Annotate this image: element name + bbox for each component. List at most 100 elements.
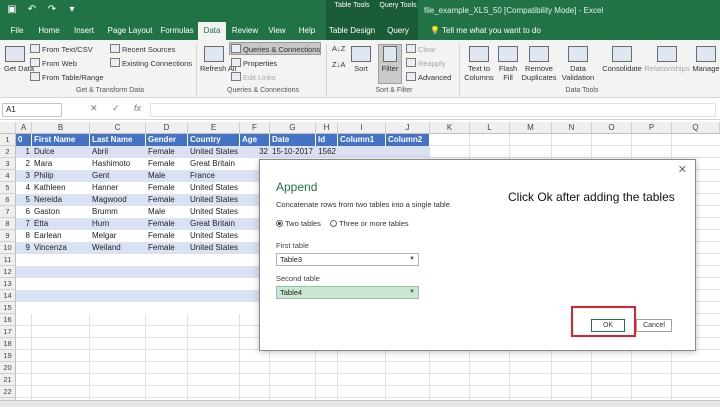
three-or-more-radio[interactable]: Three or more tables <box>330 219 409 228</box>
recent-sources-button[interactable]: Recent Sources <box>110 44 175 54</box>
column-header[interactable]: F <box>240 122 270 134</box>
column-header[interactable]: J <box>386 122 430 134</box>
table-cell[interactable]: Gaston <box>32 206 90 218</box>
table-cell[interactable] <box>188 254 240 266</box>
table-cell[interactable]: 1 <box>16 146 32 158</box>
insert-function-button[interactable]: fx <box>134 103 141 113</box>
two-tables-radio[interactable]: Two tables <box>276 219 321 228</box>
table-header-cell[interactable]: Last Name <box>90 134 146 146</box>
tab-insert[interactable]: Insert <box>68 22 100 40</box>
table-cell[interactable]: Nereida <box>32 194 90 206</box>
column-header[interactable]: E <box>188 122 240 134</box>
table-cell[interactable] <box>146 290 188 302</box>
row-header[interactable]: 4 <box>0 170 16 182</box>
consolidate-button[interactable]: Consolidate <box>600 46 644 73</box>
flash-fill-button[interactable]: Flash Fill <box>498 46 518 82</box>
table-cell[interactable]: Brumm <box>90 206 146 218</box>
table-cell[interactable]: 6 <box>16 206 32 218</box>
cancel-button[interactable]: Cancel <box>636 319 672 332</box>
cancel-icon[interactable]: ✕ <box>90 103 98 114</box>
table-cell[interactable]: Hanner <box>90 182 146 194</box>
table-cell[interactable] <box>32 266 90 278</box>
tab-review[interactable]: Review <box>228 22 262 40</box>
column-header[interactable]: O <box>592 122 632 134</box>
table-cell[interactable] <box>32 254 90 266</box>
queries-connections-button[interactable]: Queries & Connections <box>231 44 320 54</box>
table-cell[interactable]: Vincenza <box>32 242 90 254</box>
table-header-cell[interactable]: First Name <box>32 134 90 146</box>
relationships-button[interactable]: Relationships <box>644 46 690 73</box>
table-cell[interactable]: 5 <box>16 194 32 206</box>
table-cell[interactable]: Female <box>146 218 188 230</box>
table-cell[interactable]: 4 <box>16 182 32 194</box>
tell-me-search[interactable]: 💡 Tell me what you want to do <box>430 22 541 40</box>
table-cell[interactable] <box>16 290 32 302</box>
close-icon[interactable]: ✕ <box>678 163 687 176</box>
table-cell[interactable]: Male <box>146 170 188 182</box>
table-cell[interactable]: United States <box>188 182 240 194</box>
table-cell[interactable]: Mara <box>32 158 90 170</box>
redo-icon[interactable]: ↷ <box>46 4 58 15</box>
edit-links-button[interactable]: Edit Links <box>231 72 276 82</box>
enter-icon[interactable]: ✓ <box>112 103 120 114</box>
column-header[interactable]: K <box>430 122 470 134</box>
row-header[interactable]: 12 <box>0 266 16 278</box>
table-header-cell[interactable]: Column2 <box>386 134 430 146</box>
table-cell[interactable]: Great Britain <box>188 218 240 230</box>
table-header-cell[interactable]: 0 <box>16 134 32 146</box>
existing-connections-button[interactable]: Existing Connections <box>110 58 192 68</box>
table-cell[interactable]: Hurn <box>90 218 146 230</box>
table-cell[interactable] <box>32 278 90 290</box>
table-cell[interactable] <box>188 278 240 290</box>
table-cell[interactable]: France <box>188 170 240 182</box>
table-cell[interactable]: Weiland <box>90 242 146 254</box>
table-cell[interactable] <box>16 254 32 266</box>
table-cell[interactable]: Dulce <box>32 146 90 158</box>
remove-duplicates-button[interactable]: Remove Duplicates <box>520 46 558 82</box>
table-cell[interactable]: Earlean <box>32 230 90 242</box>
column-header[interactable]: L <box>470 122 510 134</box>
table-cell[interactable]: Female <box>146 182 188 194</box>
table-cell[interactable] <box>146 254 188 266</box>
second-table-select[interactable]: Table4 ▼ <box>276 286 419 299</box>
data-validation-button[interactable]: Data Validation <box>558 46 598 82</box>
column-header[interactable]: A <box>16 122 32 134</box>
table-cell[interactable] <box>16 278 32 290</box>
table-cell[interactable] <box>146 266 188 278</box>
table-cell[interactable]: United States <box>188 206 240 218</box>
column-header[interactable]: N <box>552 122 592 134</box>
table-cell[interactable]: Female <box>146 158 188 170</box>
column-header[interactable]: C <box>90 122 146 134</box>
table-cell[interactable] <box>90 266 146 278</box>
table-cell[interactable]: 3 <box>16 170 32 182</box>
table-cell[interactable] <box>338 146 386 158</box>
tab-table-design[interactable]: Table Design <box>326 22 378 40</box>
table-cell[interactable]: 2 <box>16 158 32 170</box>
row-header[interactable]: 8 <box>0 218 16 230</box>
column-header[interactable]: H <box>316 122 338 134</box>
advanced-button[interactable]: Advanced <box>406 72 451 82</box>
row-header[interactable]: 5 <box>0 182 16 194</box>
table-header-cell[interactable]: Country <box>188 134 240 146</box>
tab-home[interactable]: Home <box>34 22 64 40</box>
table-cell[interactable]: Female <box>146 230 188 242</box>
row-header[interactable]: 15 <box>0 302 16 314</box>
reapply-button[interactable]: Reapply <box>406 58 446 68</box>
table-cell[interactable] <box>188 266 240 278</box>
table-header-cell[interactable]: Date <box>270 134 316 146</box>
table-cell[interactable]: United States <box>188 230 240 242</box>
table-cell[interactable]: 15-10-2017 <box>270 146 316 158</box>
table-cell[interactable] <box>90 290 146 302</box>
properties-button[interactable]: Properties <box>231 58 277 68</box>
table-cell[interactable] <box>90 302 146 314</box>
table-cell[interactable] <box>90 278 146 290</box>
table-cell[interactable]: Gent <box>90 170 146 182</box>
row-header[interactable]: 1 <box>0 134 16 146</box>
table-cell[interactable]: Etta <box>32 218 90 230</box>
customize-icon[interactable]: ▾ <box>66 4 78 15</box>
table-header-cell[interactable]: Id <box>316 134 338 146</box>
undo-icon[interactable]: ↶ <box>26 4 38 15</box>
get-data-button[interactable]: Get Data <box>4 46 34 73</box>
name-box[interactable]: A1 <box>2 103 62 117</box>
column-header[interactable]: M <box>510 122 552 134</box>
